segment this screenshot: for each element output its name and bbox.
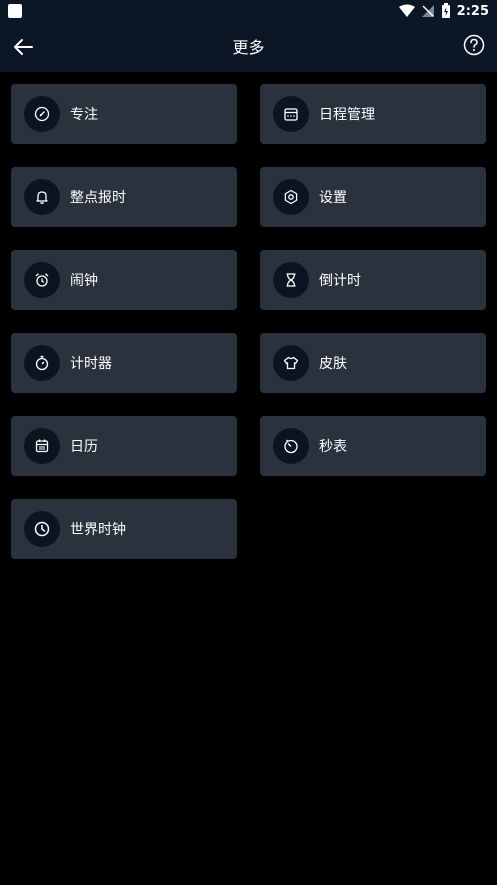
menu-item-label: 闹钟 <box>70 273 98 289</box>
page-title: 更多 <box>232 38 265 57</box>
alarm-clock-icon <box>24 262 60 298</box>
schedule-icon <box>273 96 309 132</box>
world-clock-icon <box>24 511 60 547</box>
menu-item-label: 秒表 <box>319 439 347 455</box>
menu-item-label: 整点报时 <box>70 190 126 206</box>
menu-item-focus[interactable]: 专注 <box>11 84 237 144</box>
menu-item-calendar[interactable]: 日历 <box>11 416 237 476</box>
menu-item-hourly-chime[interactable]: 整点报时 <box>11 167 237 227</box>
menu-item-countdown[interactable]: 倒计时 <box>260 250 486 310</box>
menu-item-timer[interactable]: 计时器 <box>11 333 237 393</box>
status-bar: 2:25 <box>0 0 497 22</box>
hourglass-icon <box>273 262 309 298</box>
stopwatch-icon <box>273 428 309 464</box>
menu-item-skin[interactable]: 皮肤 <box>260 333 486 393</box>
menu-item-schedule[interactable]: 日程管理 <box>260 84 486 144</box>
menu-item-label: 倒计时 <box>319 273 361 289</box>
settings-icon <box>273 179 309 215</box>
status-icons: 2:25 <box>398 2 489 20</box>
app-bar: 更多 <box>0 22 497 72</box>
menu-item-label: 皮肤 <box>319 356 347 372</box>
calendar-icon <box>24 428 60 464</box>
shirt-icon <box>273 345 309 381</box>
focus-icon <box>24 96 60 132</box>
menu-item-alarm[interactable]: 闹钟 <box>11 250 237 310</box>
menu-item-label: 日程管理 <box>319 107 375 123</box>
help-icon <box>463 34 485 56</box>
bell-icon <box>24 179 60 215</box>
menu-item-stopwatch[interactable]: 秒表 <box>260 416 486 476</box>
wifi-icon <box>398 4 415 17</box>
menu-item-settings[interactable]: 设置 <box>260 167 486 227</box>
battery-icon <box>441 3 450 18</box>
menu-item-label: 世界时钟 <box>70 522 126 538</box>
menu-item-label: 设置 <box>319 190 347 206</box>
status-time: 2:25 <box>456 3 489 19</box>
menu-item-label: 计时器 <box>70 356 112 372</box>
timer-icon <box>24 345 60 381</box>
menu-item-label: 专注 <box>70 107 98 123</box>
help-button[interactable] <box>463 34 485 56</box>
no-signal-icon <box>421 5 434 17</box>
notification-icon <box>8 4 22 18</box>
menu-item-label: 日历 <box>70 439 98 455</box>
menu-item-world-clock[interactable]: 世界时钟 <box>11 499 237 559</box>
